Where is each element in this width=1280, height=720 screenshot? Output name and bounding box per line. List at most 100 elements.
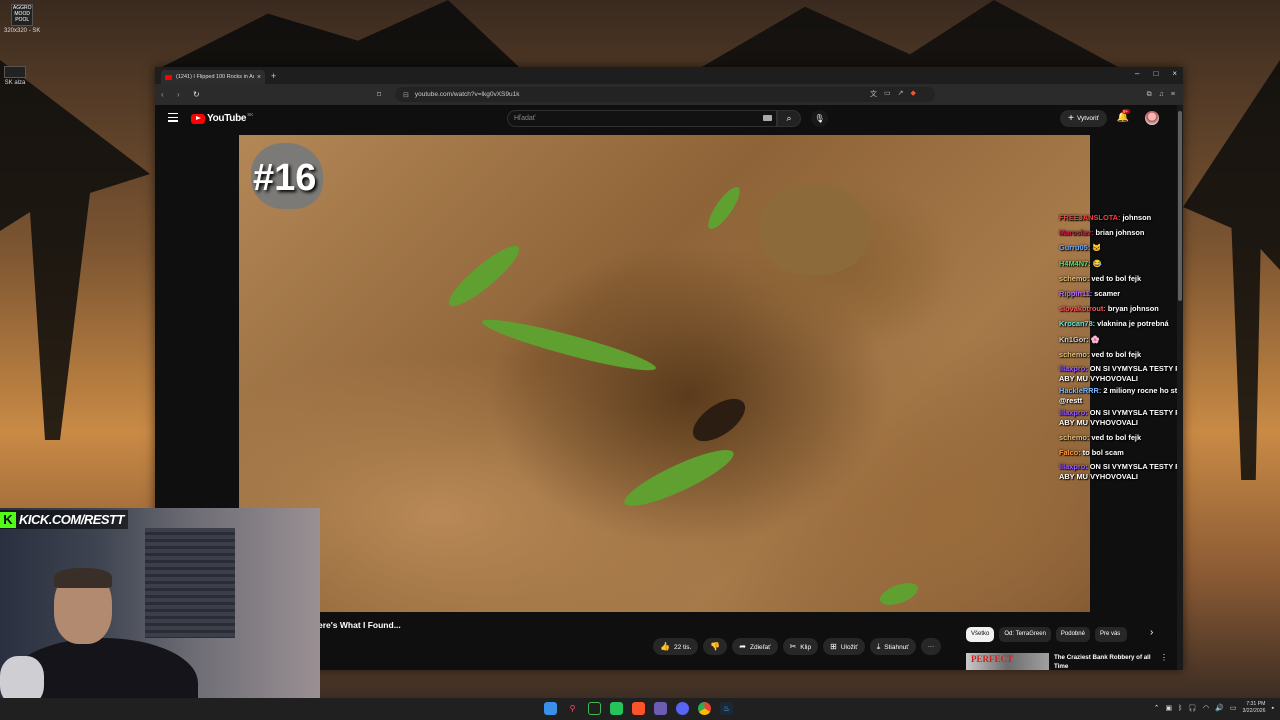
chat-username[interactable]: Krocan78: <box>1059 319 1095 328</box>
chat-username[interactable]: HackleRRR: <box>1059 386 1101 395</box>
site-info-icon[interactable]: ⊟ <box>403 91 409 99</box>
green-app-icon[interactable] <box>610 702 623 715</box>
maximize-button[interactable]: □ <box>1153 69 1158 78</box>
app-tray-icon[interactable]: ▣ <box>1165 704 1172 712</box>
voice-search-button[interactable]: 🎙 <box>811 110 828 127</box>
translate-icon[interactable]: 文 <box>870 89 877 99</box>
desktop-icon-aggro[interactable]: AGGRO MOOD POOL 320x320 - SK <box>4 4 40 34</box>
taskbar-apps: ⚲ ♨ <box>544 702 733 715</box>
bookmark-icon[interactable]: ⌑ <box>377 90 381 99</box>
forward-icon[interactable]: › <box>177 90 187 99</box>
youtube-logo[interactable]: YouTube SK <box>191 112 253 124</box>
obs-app-icon[interactable] <box>654 702 667 715</box>
scrollbar[interactable] <box>1177 105 1183 670</box>
avatar[interactable] <box>1145 111 1159 125</box>
headphones-icon[interactable]: 🎧 <box>1188 704 1197 712</box>
chat-username[interactable]: Kn1Gor: <box>1059 335 1089 344</box>
save-button[interactable]: ⊞ Uložiť <box>823 638 865 655</box>
keyboard-icon[interactable] <box>763 115 772 121</box>
steam-app-icon[interactable]: ♨ <box>720 702 733 715</box>
chat-message: Maroslav: brian johnson <box>1059 225 1183 240</box>
address-bar[interactable]: ⌑ ⊟ youtube.com/watch?v=lkg0vXS9u1k <box>377 87 935 102</box>
chip-from-channel[interactable]: Od: TerraGreen <box>999 627 1051 642</box>
chrome-app-icon[interactable] <box>698 702 711 715</box>
windows-start-icon[interactable] <box>544 702 557 715</box>
chat-username[interactable]: schemo: <box>1059 433 1089 442</box>
url-text: youtube.com/watch?v=lkg0vXS9u1k <box>414 91 520 98</box>
battery-icon[interactable]: ▭ <box>1230 704 1237 712</box>
scrollbar-thumb[interactable] <box>1178 111 1182 301</box>
download-button[interactable]: ⤓ Stiahnuť <box>869 638 916 655</box>
chat-username[interactable]: slovakotrout: <box>1059 304 1106 313</box>
notification-center-icon[interactable]: ▪ <box>1272 705 1274 712</box>
search-input[interactable]: Hľadať <box>507 110 777 127</box>
cast-icon[interactable]: ▭ <box>884 89 891 99</box>
kick-url-text: KICK.COM/RESTT <box>19 512 124 527</box>
chevron-right-icon[interactable]: › <box>1150 627 1153 638</box>
chat-username[interactable]: schemo: <box>1059 350 1089 359</box>
more-options-icon[interactable]: ⋮ <box>1160 653 1168 670</box>
extensions-icon[interactable]: ⧉ <box>1147 91 1152 99</box>
chat-message: Gurru05: 🐱 <box>1059 240 1183 255</box>
chat-text: ved to bol fejk <box>1091 349 1142 359</box>
search-button[interactable]: ⌕ <box>777 110 801 127</box>
menu-icon[interactable]: ≡ <box>1171 91 1175 99</box>
more-actions-button[interactable]: ··· <box>920 638 942 655</box>
notifications-button[interactable]: 🔔 9+ <box>1117 109 1130 123</box>
chat-username[interactable]: Gurru05: <box>1059 243 1090 252</box>
tab-close-icon[interactable]: × <box>257 74 261 81</box>
bluetooth-icon[interactable]: ᛒ <box>1178 705 1182 712</box>
chat-message: Krocan78: vlaknina je potrebná <box>1059 316 1183 331</box>
discord-app-icon[interactable] <box>676 702 689 715</box>
youtube-play-icon <box>191 113 205 124</box>
media-icon[interactable]: ♫ <box>1159 91 1164 99</box>
chat-message: HackleRRR:2 miliony rocne ho stoji ten l… <box>1059 386 1183 406</box>
brave-shield-icon[interactable]: ◆ <box>911 89 916 99</box>
chat-text: 😂 <box>1092 258 1102 268</box>
pin-app-icon[interactable]: ⚲ <box>566 702 579 715</box>
dislike-button[interactable]: 👎 <box>703 638 728 655</box>
desktop-icon-sk-alza[interactable]: SK alza <box>4 66 26 86</box>
browser-tab-youtube[interactable]: (1241) I Flipped 100 Rocks in Au × <box>161 70 265 84</box>
video-player[interactable]: #16 <box>239 135 1090 612</box>
like-button[interactable]: 👍 22 tis. <box>653 638 699 655</box>
chip-for-you[interactable]: Pre vás <box>1094 627 1127 642</box>
new-tab-button[interactable]: + <box>271 71 276 81</box>
clock[interactable]: 7:31 PM 3/22/2026 <box>1242 701 1265 715</box>
reload-icon[interactable]: ↻ <box>193 90 203 99</box>
chip-related[interactable]: Podobné <box>1055 627 1090 642</box>
recommended-video[interactable]: PERFECT The Craziest Bank Robbery of all… <box>966 653 1168 670</box>
palm-tree-top <box>160 0 520 68</box>
chat-username[interactable]: FREEJANSLOTA: <box>1059 213 1120 222</box>
wifi-icon[interactable]: ◠ <box>1203 704 1209 712</box>
volume-icon[interactable]: 🔊 <box>1215 704 1224 712</box>
clip-button[interactable]: ✂ Klip <box>782 638 819 655</box>
back-icon[interactable]: ‹ <box>161 90 171 99</box>
chat-username[interactable]: Falco: <box>1059 448 1081 457</box>
youtube-logo-text: YouTube <box>207 113 247 124</box>
share-button[interactable]: ➦ Zdieľať <box>732 638 778 655</box>
chat-username[interactable]: lilaxpro: <box>1059 462 1088 471</box>
chat-message: FREEJANSLOTA: johnson <box>1059 210 1183 225</box>
chat-username[interactable]: Rippin11: <box>1059 289 1092 298</box>
chevron-up-icon[interactable]: ⌃ <box>1154 704 1160 712</box>
leaf-image <box>877 578 921 610</box>
streamer-hair-image <box>54 568 112 588</box>
chat-text: 🌸 <box>1090 334 1100 344</box>
close-window-button[interactable]: × <box>1172 69 1177 78</box>
chat-username[interactable]: Maroslav: <box>1059 228 1094 237</box>
chat-username[interactable]: lilaxpro: <box>1059 364 1088 373</box>
minimize-button[interactable]: – <box>1135 69 1139 78</box>
share-page-icon[interactable]: ↗ <box>898 89 904 99</box>
hamburger-menu-icon[interactable] <box>168 113 178 124</box>
palm-tree-top-right <box>700 0 1120 68</box>
chat-username[interactable]: lilaxpro: <box>1059 408 1088 417</box>
brave-browser-icon[interactable] <box>632 702 645 715</box>
terminal-app-icon[interactable] <box>588 702 601 715</box>
chip-all[interactable]: Všetko <box>966 627 995 642</box>
chat-message: H4M4N7: 😂 <box>1059 256 1183 271</box>
browser-menu-area: ⧉ ♫ ≡ <box>1147 91 1175 99</box>
create-button[interactable]: + Vytvoriť <box>1060 110 1107 127</box>
chat-username[interactable]: schemo: <box>1059 274 1089 283</box>
chat-username[interactable]: H4M4N7: <box>1059 259 1091 268</box>
